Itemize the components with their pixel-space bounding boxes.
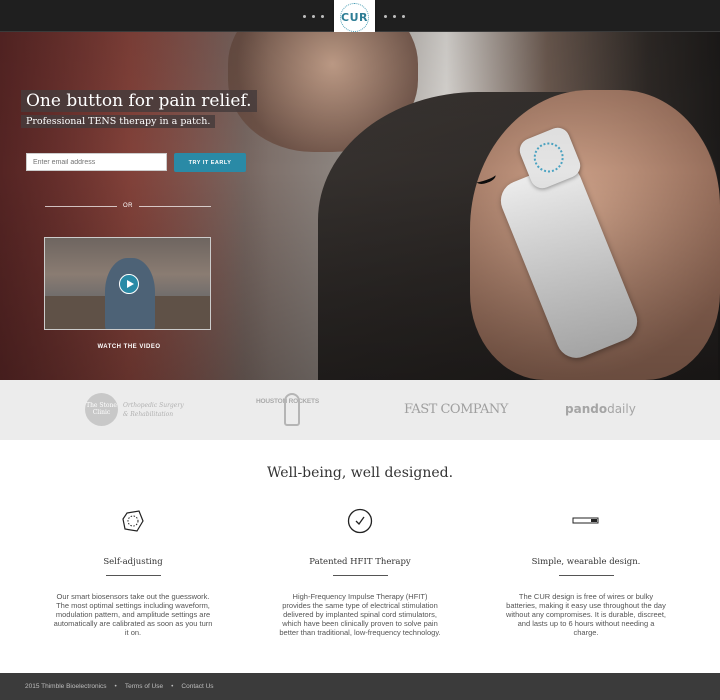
feature-hfit: Patented HFIT Therapy High-Frequency Imp…	[275, 508, 445, 637]
feature-wearable: Simple, wearable design. The CUR design …	[501, 508, 671, 637]
feature-title: Patented HFIT Therapy	[309, 557, 411, 567]
footer: 2015 Thimble Bioelectronics • Terms of U…	[0, 673, 720, 700]
watch-video-link[interactable]: WATCH THE VIDEO	[44, 344, 214, 350]
hero-section: One button for pain relief. Professional…	[0, 32, 720, 380]
email-input[interactable]	[26, 153, 167, 171]
footer-separator: •	[171, 683, 174, 690]
feature-desc: Our smart biosensors take out the guessw…	[53, 592, 213, 637]
copyright-text: 2015 Thimble Bioelectronics	[25, 683, 107, 690]
feature-self-adjusting: Self-adjusting Our smart biosensors take…	[48, 508, 218, 637]
logo-text: CUR	[341, 11, 368, 24]
battery-icon	[501, 508, 671, 534]
top-nav: CUR	[0, 0, 720, 38]
stone-clinic-tagline: Orthopedic Surgery & Rehabilitation	[123, 402, 184, 418]
feature-desc: High-Frequency Impulse Therapy (HFIT) pr…	[279, 592, 441, 637]
contact-link[interactable]: Contact Us	[181, 683, 213, 690]
features-title: Well-being, well designed.	[266, 465, 454, 481]
footer-separator: •	[114, 683, 117, 690]
hero-subhead: Professional TENS therapy in a patch.	[21, 115, 216, 128]
adjust-dial-icon	[48, 508, 218, 534]
press-logos: The Stone Clinic Orthopedic Surgery & Re…	[0, 380, 720, 440]
nav-dots-left	[303, 15, 324, 18]
play-icon[interactable]	[119, 274, 139, 294]
feature-title: Simple, wearable design.	[531, 557, 641, 567]
check-circle-icon	[275, 508, 445, 534]
fast-company-logo: FAST COMPANY	[404, 402, 508, 417]
terms-link[interactable]: Terms of Use	[125, 683, 163, 690]
pando-daily-logo: pandodaily	[565, 402, 636, 416]
hero-headline: One button for pain relief.	[21, 90, 257, 112]
nav-dots-right	[384, 15, 405, 18]
rockets-emblem-icon	[284, 393, 300, 426]
try-it-early-button[interactable]: TRY IT EARLY	[174, 153, 246, 172]
feature-desc: The CUR design is free of wires or bulky…	[505, 592, 667, 637]
video-thumbnail[interactable]	[44, 237, 211, 330]
stone-clinic-logo: The Stone Clinic	[85, 393, 118, 426]
feature-title: Self-adjusting	[103, 557, 163, 567]
or-divider: OR	[45, 202, 211, 212]
